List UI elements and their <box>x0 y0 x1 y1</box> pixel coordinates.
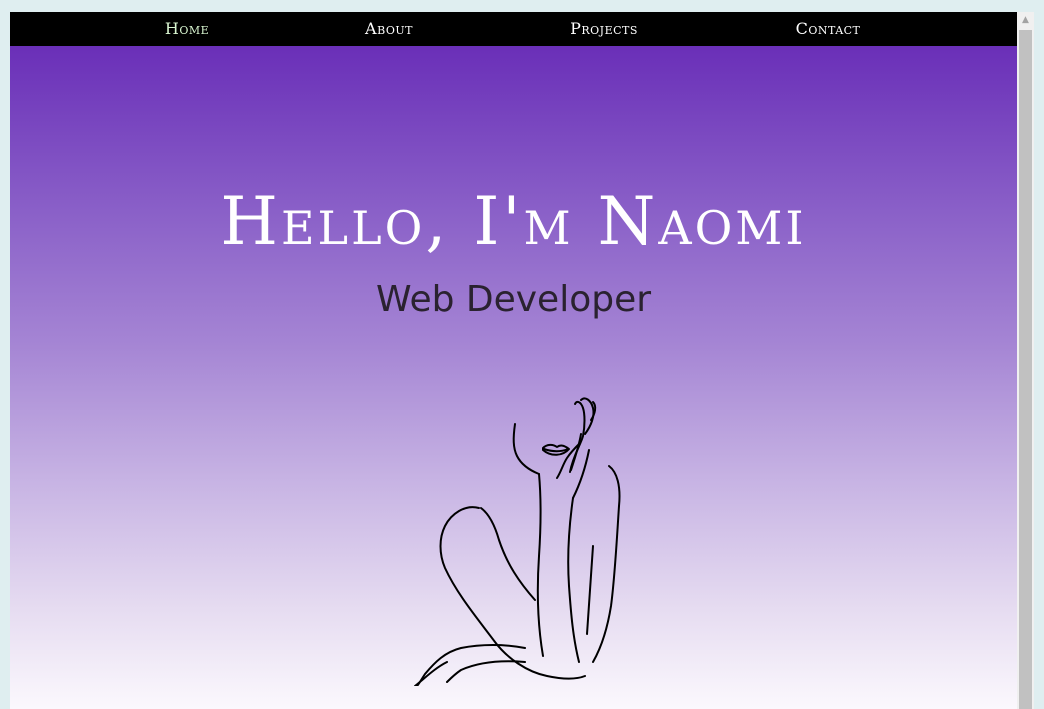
nav-link-about[interactable]: About <box>309 12 469 46</box>
hero-title: Hello, I'm Naomi <box>220 183 807 260</box>
navbar: Home About Projects Contact <box>10 12 1017 46</box>
nav-link-home[interactable]: Home <box>107 12 267 46</box>
browser-viewport: Home About Projects Contact Hello, I'm N… <box>10 12 1017 709</box>
vertical-scrollbar[interactable]: ▲ <box>1017 12 1034 709</box>
nav-link-projects[interactable]: Projects <box>524 12 684 46</box>
nav-link-contact[interactable]: Contact <box>748 12 908 46</box>
scrollbar-thumb[interactable] <box>1019 30 1032 709</box>
scroll-up-arrow-icon[interactable]: ▲ <box>1017 12 1034 29</box>
line-art-woman-illustration <box>414 397 621 686</box>
hero-subtitle: Web Developer <box>375 279 652 320</box>
welcome-section: Hello, I'm Naomi Web Developer <box>10 46 1017 709</box>
